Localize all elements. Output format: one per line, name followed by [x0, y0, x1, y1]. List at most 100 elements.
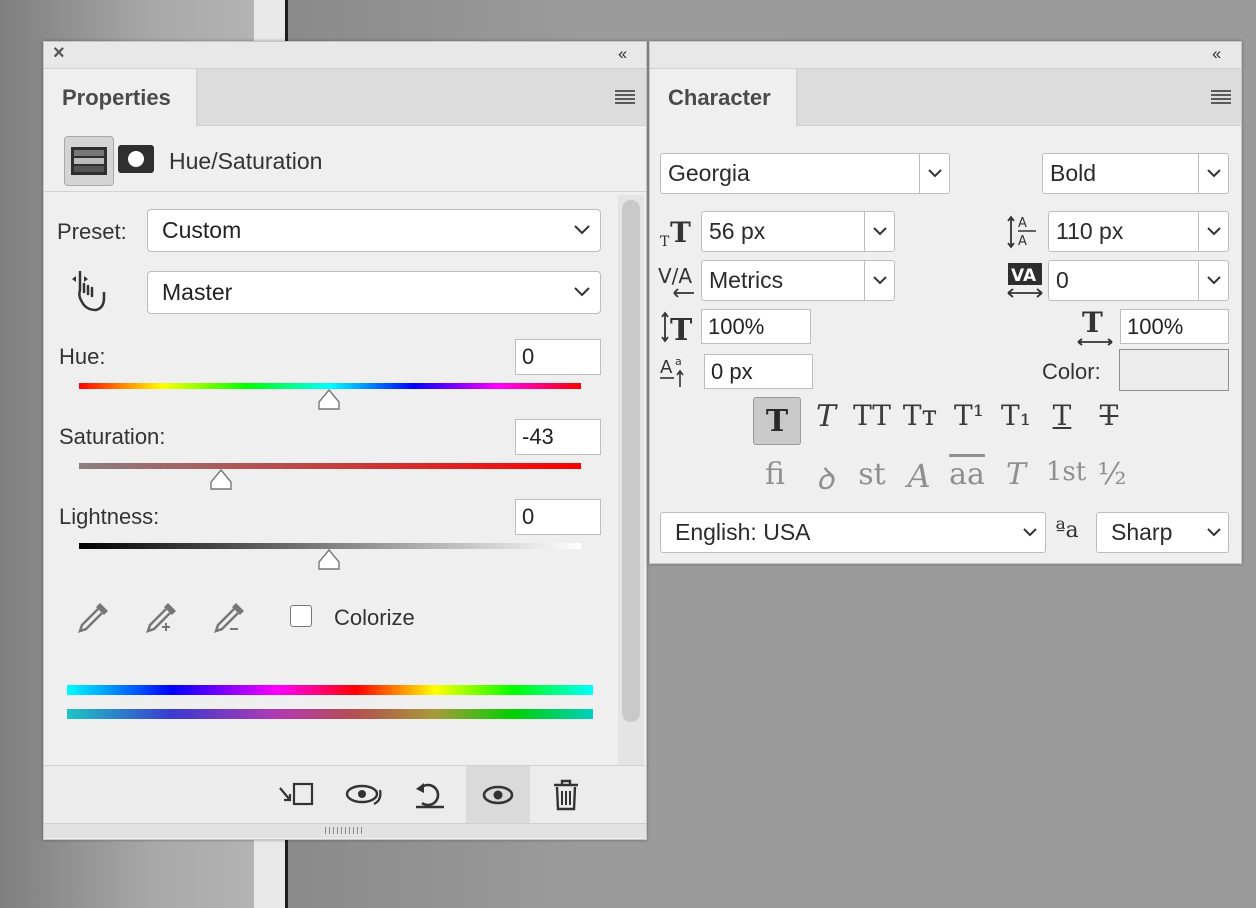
mask-icon	[128, 151, 144, 167]
font-family-dropdown[interactable]: Georgia	[660, 153, 950, 194]
swash-button[interactable]: A	[899, 457, 939, 495]
color-label: Color:	[1042, 359, 1101, 384]
all-caps-button[interactable]: TT	[849, 399, 895, 432]
eyedropper-icon[interactable]	[74, 597, 114, 637]
faux-italic-button[interactable]: T	[806, 399, 846, 434]
trash-icon	[554, 779, 578, 811]
ligatures-button[interactable]: fi	[753, 457, 797, 492]
superscript-button[interactable]: T¹	[947, 399, 991, 432]
svg-text:A: A	[1018, 216, 1027, 231]
discretionary-ligatures-button[interactable]: st	[850, 457, 894, 492]
svg-text:a: a	[675, 355, 682, 368]
adjustment-icon-button[interactable]	[64, 136, 114, 186]
hue-label: Hue:	[59, 344, 106, 369]
baseline-shift-input[interactable]: 0 px	[704, 354, 813, 389]
grip-icon	[325, 827, 365, 834]
svg-text:T: T	[670, 313, 693, 344]
tracking-value: 0	[1056, 267, 1069, 293]
panel-menu-icon[interactable]	[615, 90, 635, 104]
collapse-panel-button[interactable]: ‹‹	[618, 44, 627, 64]
colorize-checkbox[interactable]	[290, 605, 312, 627]
leading-icon: A A	[1007, 215, 1036, 249]
chevron-down-icon	[574, 222, 590, 240]
titling-alternates-button[interactable]: T	[996, 457, 1036, 492]
chevron-down-icon	[1198, 154, 1228, 193]
chevron-down-icon	[574, 284, 590, 302]
saturation-input[interactable]: -43	[515, 419, 601, 455]
faux-bold-button[interactable]: T	[753, 397, 801, 445]
preset-value: Custom	[162, 217, 242, 243]
tab-properties[interactable]: Properties	[44, 69, 197, 126]
delete-button[interactable]	[546, 775, 586, 815]
preset-dropdown[interactable]: Custom	[147, 209, 601, 252]
targeted-adjustment-tool[interactable]	[70, 268, 114, 316]
eyedropper-add-icon[interactable]	[142, 597, 182, 637]
svg-text:T: T	[660, 234, 670, 248]
font-size-dropdown[interactable]: 56 px	[701, 211, 895, 252]
tracking-dropdown[interactable]: 0	[1048, 260, 1229, 301]
view-previous-button[interactable]	[344, 775, 384, 815]
language-dropdown[interactable]: English: USA	[660, 512, 1046, 553]
hue-slider-thumb[interactable]	[318, 389, 340, 411]
collapse-panel-button[interactable]: ‹‹	[1212, 44, 1221, 64]
lightness-label: Lightness:	[59, 504, 160, 529]
strikethrough-button[interactable]: T	[1090, 399, 1128, 432]
leading-value: 110 px	[1056, 218, 1124, 244]
character-panel-titlebar[interactable]: ‹‹	[650, 42, 1241, 69]
chevron-down-icon	[864, 261, 894, 300]
eyedropper-subtract-icon[interactable]	[210, 597, 250, 637]
faux-bold-label: T	[765, 403, 789, 439]
font-style-dropdown[interactable]: Bold	[1042, 153, 1229, 194]
clip-to-layer-button[interactable]	[276, 775, 316, 815]
panel-menu-icon[interactable]	[1211, 90, 1231, 104]
font-size-icon: T T	[660, 216, 691, 248]
subscript-button[interactable]: T₁	[994, 399, 1038, 432]
vertical-scale-input[interactable]: 100%	[701, 309, 811, 344]
toggle-visibility-button[interactable]	[466, 766, 530, 823]
mask-icon-button[interactable]	[118, 145, 154, 173]
horizontal-scale-input[interactable]: 100%	[1120, 309, 1229, 344]
underline-button[interactable]: T	[1043, 399, 1081, 432]
small-caps-button[interactable]: Tт	[898, 399, 942, 432]
clip-to-layer-icon	[279, 782, 314, 806]
language-value: English: USA	[675, 519, 811, 545]
chevron-down-icon	[919, 154, 949, 193]
leading-dropdown[interactable]: 110 px	[1048, 211, 1229, 252]
properties-tab-row: Properties	[44, 69, 646, 126]
hue-input[interactable]: 0	[515, 339, 601, 375]
kerning-dropdown[interactable]: Metrics	[701, 260, 895, 301]
chevron-down-icon	[1200, 528, 1228, 537]
svg-text:A: A	[660, 357, 673, 378]
channel-dropdown[interactable]: Master	[147, 271, 601, 314]
character-tab-row: Character	[650, 69, 1241, 126]
hue-saturation-icon	[71, 147, 107, 175]
scrollbar-thumb[interactable]	[622, 200, 640, 722]
stylistic-alternates-button[interactable]: aa	[944, 457, 990, 492]
tab-character[interactable]: Character	[650, 69, 797, 126]
output-color-bar	[67, 709, 593, 719]
lightness-slider-thumb[interactable]	[318, 549, 340, 571]
properties-panel-titlebar[interactable]: × ‹‹	[44, 42, 646, 69]
saturation-label: Saturation:	[59, 424, 166, 449]
tracking-icon: VA	[1007, 263, 1043, 298]
svg-text:VA: VA	[1011, 266, 1037, 286]
lightness-input[interactable]: 0	[515, 499, 601, 535]
hand-scrubby-icon	[72, 270, 106, 312]
saturation-slider-thumb[interactable]	[210, 469, 232, 491]
fractions-button[interactable]: ½	[1092, 457, 1132, 492]
chevron-down-icon	[1198, 212, 1228, 251]
text-color-swatch[interactable]	[1119, 349, 1229, 391]
reset-button[interactable]	[410, 775, 450, 815]
saturation-slider-track[interactable]	[79, 463, 581, 469]
baseline-shift-icon: A a	[660, 355, 684, 387]
horizontal-scale-icon: T	[1077, 308, 1113, 346]
scrollbar[interactable]	[618, 195, 644, 765]
ordinals-button[interactable]: 1st	[1043, 457, 1089, 487]
resize-grip[interactable]	[44, 823, 646, 838]
close-panel-button[interactable]: ×	[53, 42, 65, 65]
svg-text:V/A: V/A	[658, 264, 692, 288]
antialias-icon: ªa	[1055, 518, 1079, 543]
properties-panel: × ‹‹ Properties Hue/Saturation Preset: C…	[43, 41, 647, 840]
old-style-button[interactable]: ꝺ	[805, 457, 845, 498]
antialias-dropdown[interactable]: Sharp	[1096, 512, 1229, 553]
